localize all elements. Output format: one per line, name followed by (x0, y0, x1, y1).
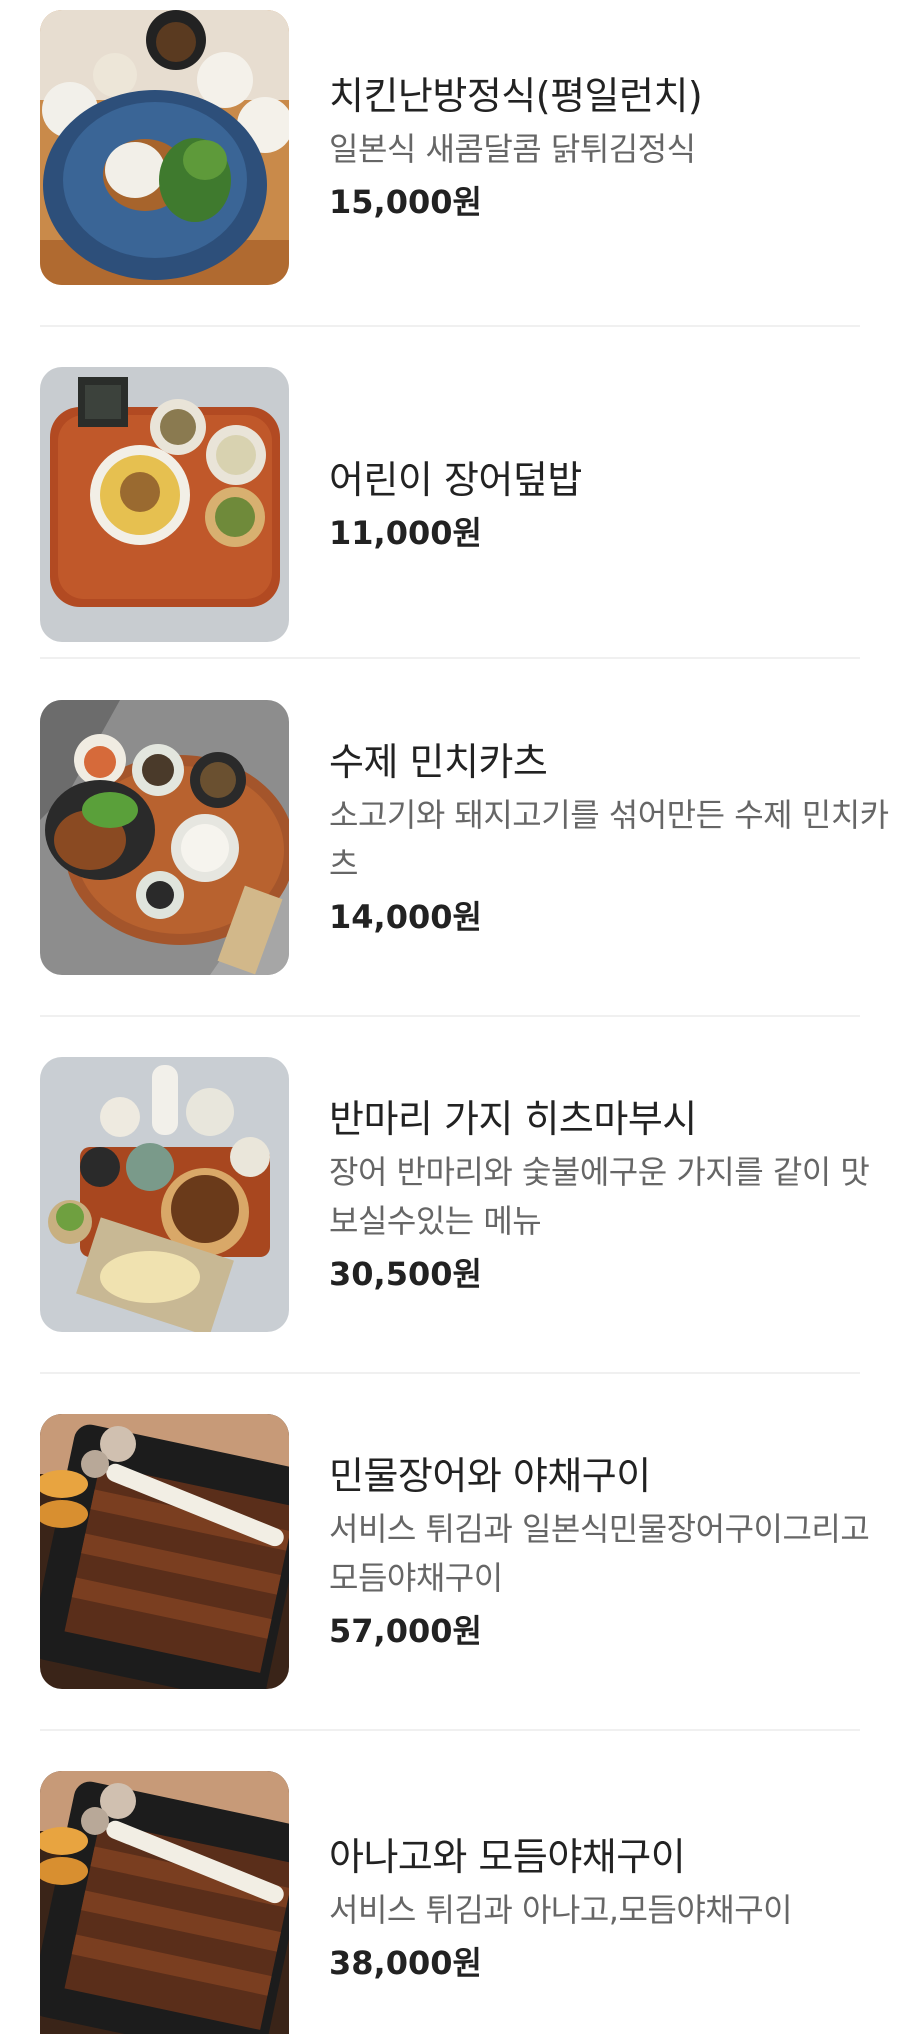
menu-item-description: 소고기와 돼지고기를 섞어만든 수제 민치카츠 (329, 795, 889, 883)
menu-item-menchi-katsu[interactable]: 수제 민치카츠 소고기와 돼지고기를 섞어만든 수제 민치카츠 14,000원 (40, 700, 889, 975)
divider (40, 325, 860, 327)
menu-item-info: 아나고와 모듬야채구이 서비스 튀김과 아나고,모듬야채구이 38,000원 (329, 1771, 889, 2034)
menu-item-info: 수제 민치카츠 소고기와 돼지고기를 섞어만든 수제 민치카츠 14,000원 (329, 700, 889, 975)
menu-item-price: 30,500원 (329, 1254, 482, 1293)
divider (40, 1015, 860, 1017)
menu-item-description: 장어 반마리와 숯불에구운 가지를 같이 맛보실수있는 메뉴 (329, 1152, 870, 1240)
menu-item-price: 38,000원 (329, 1944, 482, 1982)
menu-item-name: 민물장어와 야채구이 (329, 1453, 651, 1498)
menu-item-grilled-eel[interactable]: 민물장어와 야채구이 서비스 튀김과 일본식민물장어구이그리고 모듬야채구이 5… (40, 1414, 870, 1689)
menu-item-kids-eel-bowl[interactable]: 어린이 장어덮밥 11,000원 (40, 367, 860, 642)
menu-item-info: 치킨난방정식(평일런치) 일본식 새콤달콤 닭튀김정식 15,000원 (329, 10, 889, 285)
menu-item-name: 반마리 가지 히츠마부시 (329, 1096, 697, 1141)
menu-list: 치킨난방정식(평일런치) 일본식 새콤달콤 닭튀김정식 15,000원 어린이 … (0, 0, 900, 2034)
menu-item-info: 어린이 장어덮밥 11,000원 (329, 367, 889, 642)
menu-item-description: 일본식 새콤달콤 닭튀김정식 (329, 130, 696, 168)
divider (40, 657, 860, 659)
menu-item-name: 수제 민치카츠 (329, 739, 548, 784)
menu-item-name: 치킨난방정식(평일런치) (329, 74, 703, 118)
menu-item-anago[interactable]: 아나고와 모듬야채구이 서비스 튀김과 아나고,모듬야채구이 38,000원 (40, 1771, 860, 2034)
menu-item-photo (40, 700, 289, 975)
menu-item-photo (40, 1771, 289, 2034)
menu-item-price: 57,000원 (329, 1611, 482, 1650)
menu-item-description: 서비스 튀김과 아나고,모듬야채구이 (329, 1891, 793, 1929)
menu-item-name: 아나고와 모듬야채구이 (329, 1835, 686, 1879)
menu-item-price: 15,000원 (329, 183, 482, 221)
divider (40, 1729, 860, 1731)
menu-item-info: 민물장어와 야채구이 서비스 튀김과 일본식민물장어구이그리고 모듬야채구이 5… (329, 1414, 889, 1689)
menu-item-name: 어린이 장어덮밥 (329, 457, 582, 502)
menu-item-info: 반마리 가지 히츠마부시 장어 반마리와 숯불에구운 가지를 같이 맛보실수있는… (329, 1057, 889, 1332)
menu-item-photo (40, 1414, 289, 1689)
menu-item-price: 14,000원 (329, 897, 482, 936)
menu-item-hitsumabushi[interactable]: 반마리 가지 히츠마부시 장어 반마리와 숯불에구운 가지를 같이 맛보실수있는… (40, 1057, 870, 1332)
menu-item-photo (40, 10, 289, 285)
menu-item-price: 11,000원 (329, 513, 482, 552)
menu-item-photo (40, 367, 289, 642)
menu-item-chicken-nanban[interactable]: 치킨난방정식(평일런치) 일본식 새콤달콤 닭튀김정식 15,000원 (40, 10, 860, 285)
menu-item-description: 서비스 튀김과 일본식민물장어구이그리고 모듬야채구이 (329, 1509, 870, 1597)
divider (40, 1372, 860, 1374)
menu-item-photo (40, 1057, 289, 1332)
